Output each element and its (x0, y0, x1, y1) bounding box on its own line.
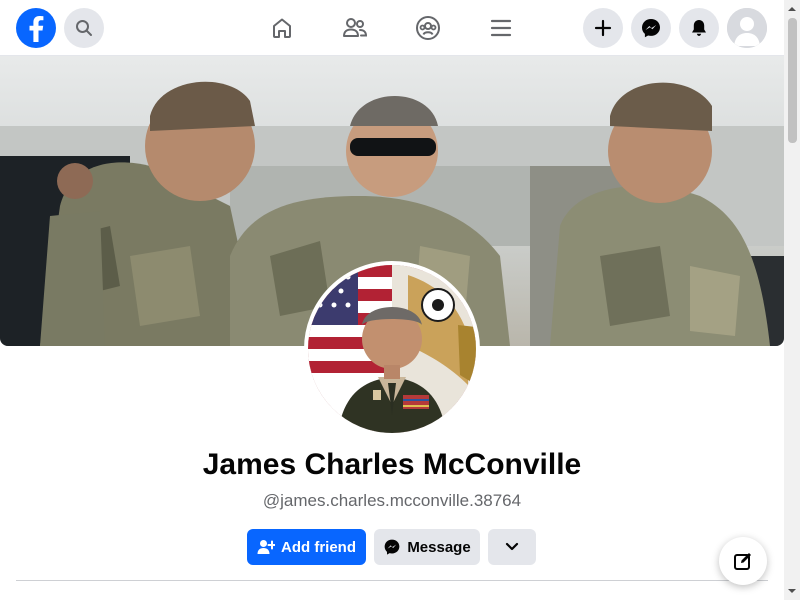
section-divider (16, 580, 768, 581)
notifications-button[interactable] (679, 8, 719, 48)
page-scrollbar[interactable] (784, 0, 800, 600)
compose-icon (734, 553, 751, 570)
search-icon (76, 20, 92, 36)
facebook-logo-icon[interactable] (16, 8, 56, 48)
nav-groups[interactable] (412, 12, 444, 44)
nav-menu[interactable] (485, 12, 517, 44)
friends-icon (343, 18, 368, 37)
account-avatar-icon[interactable] (727, 8, 767, 48)
messenger-icon (642, 19, 660, 38)
top-navigation-bar (0, 0, 784, 56)
add-friend-button[interactable]: Add friend (247, 529, 366, 565)
create-icon (594, 19, 612, 37)
add-friend-label: Add friend (281, 538, 356, 556)
profile-name: James Charles McConville (202, 448, 582, 481)
nav-friends[interactable] (339, 12, 371, 44)
chevron-down-icon (505, 542, 519, 551)
scroll-up-icon[interactable] (784, 3, 800, 15)
notifications-icon (692, 20, 706, 36)
message-button[interactable]: Message (374, 529, 480, 565)
scrollbar-thumb[interactable] (788, 18, 797, 143)
home-icon (273, 18, 291, 38)
nav-home[interactable] (266, 12, 298, 44)
profile-handle: @james.charles.mcconville.38764 (262, 491, 522, 510)
create-button[interactable] (583, 8, 623, 48)
menu-icon (490, 19, 512, 37)
more-options-button[interactable] (488, 529, 536, 565)
messenger-icon (384, 539, 400, 555)
message-label: Message (407, 538, 471, 556)
search-button[interactable] (64, 8, 104, 48)
new-message-button[interactable] (719, 537, 767, 585)
scroll-down-icon[interactable] (784, 585, 800, 597)
groups-icon (416, 16, 440, 40)
add-friend-icon (257, 540, 275, 554)
profile-picture[interactable] (304, 261, 480, 437)
messenger-button[interactable] (631, 8, 671, 48)
